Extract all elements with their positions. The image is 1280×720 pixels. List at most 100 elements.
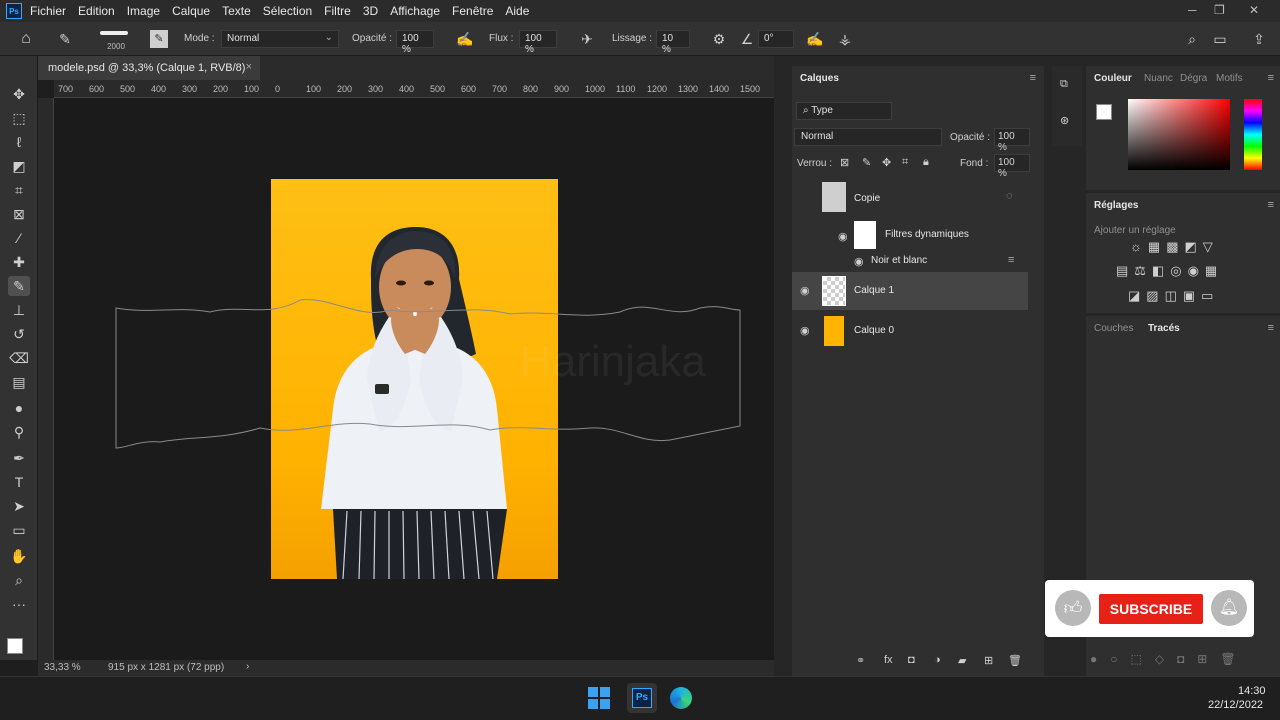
menu-affichage[interactable]: Affichage bbox=[390, 4, 440, 18]
tab-couleur[interactable]: Couleur bbox=[1094, 73, 1132, 84]
search-icon[interactable]: ⌕ bbox=[1183, 30, 1201, 48]
pressure-size-icon[interactable]: ✍ bbox=[806, 30, 824, 48]
new-layer-icon[interactable]: ⊞ bbox=[984, 654, 993, 667]
workspace-icon[interactable]: ▭ bbox=[1211, 30, 1229, 48]
delete-layer-icon[interactable]: 🗑︎ bbox=[1008, 654, 1022, 667]
add-mask-icon[interactable]: ◘ bbox=[908, 654, 915, 666]
filter-options-icon[interactable]: ≡ bbox=[1008, 254, 1014, 266]
foreground-color-swatch[interactable] bbox=[1096, 104, 1112, 120]
eyedropper-tool-icon[interactable]: ⁄ bbox=[8, 228, 30, 248]
layer-row-smart-filters[interactable]: ◉ Filtres dynamiques bbox=[792, 218, 1028, 256]
angle-field[interactable]: 0° bbox=[758, 30, 794, 48]
opacity-field[interactable]: 100 % bbox=[396, 30, 434, 55]
tab-degrades[interactable]: Dégra bbox=[1180, 73, 1207, 84]
zoom-level[interactable]: 33,33 % bbox=[44, 662, 81, 673]
properties-icon[interactable]: ⊛ bbox=[1060, 114, 1069, 127]
hue-slider[interactable] bbox=[1244, 99, 1262, 170]
menu-calque[interactable]: Calque bbox=[172, 4, 210, 18]
document-tab[interactable]: modele.psd @ 33,3% (Calque 1, RVB/8) × bbox=[38, 56, 260, 80]
layer-row-copie[interactable]: Copie ◌ bbox=[792, 178, 1028, 216]
like-icon[interactable]: 👍︎ bbox=[1055, 590, 1091, 626]
rectangle-tool-icon[interactable]: ▭ bbox=[8, 520, 30, 540]
type-tool-icon[interactable]: T bbox=[8, 472, 30, 492]
panel-menu-icon[interactable]: ≡ bbox=[1030, 72, 1036, 84]
brush-settings-icon[interactable]: ✎ bbox=[150, 30, 168, 48]
layer-opacity-field[interactable]: 100 % bbox=[994, 128, 1030, 153]
paths-footer-icons[interactable]: ●○⬚◇◘⊞🗑︎ bbox=[1090, 652, 1276, 666]
clock-date[interactable]: 22/12/2022 bbox=[1208, 699, 1263, 711]
panel-menu-icon[interactable]: ≡ bbox=[1268, 199, 1274, 211]
pen-tool-icon[interactable]: ✒ bbox=[8, 448, 30, 468]
subscribe-button[interactable]: SUBSCRIBE bbox=[1099, 594, 1203, 624]
stamp-tool-icon[interactable]: ⊥ bbox=[8, 300, 30, 320]
tab-traces[interactable]: Tracés bbox=[1148, 323, 1180, 334]
lock-pixels-icon[interactable]: ⊠ bbox=[840, 156, 849, 169]
restore-icon[interactable]: ❐ bbox=[1214, 3, 1225, 17]
link-layers-icon[interactable]: ⚭ bbox=[856, 654, 865, 667]
layer-row-calque-0[interactable]: ◉ Calque 0 bbox=[792, 312, 1028, 350]
lock-all-icon[interactable]: 🔒︎ bbox=[923, 156, 929, 169]
eye-icon[interactable]: ◉ bbox=[800, 284, 810, 297]
windows-start-icon[interactable] bbox=[588, 687, 610, 709]
menu-image[interactable]: Image bbox=[127, 4, 160, 18]
eye-icon[interactable]: ◉ bbox=[838, 230, 848, 243]
history-brush-tool-icon[interactable]: ↺ bbox=[8, 324, 30, 344]
zoom-tool-icon[interactable]: ⌕ bbox=[8, 570, 30, 590]
menu-edition[interactable]: Edition bbox=[78, 4, 115, 18]
eye-icon[interactable]: ◉ bbox=[854, 255, 864, 268]
share-icon[interactable]: ⇪ bbox=[1250, 30, 1268, 48]
close-icon[interactable]: ✕ bbox=[1249, 3, 1259, 17]
eraser-tool-icon[interactable]: ⌫ bbox=[8, 348, 30, 368]
lock-move-icon[interactable]: ✥ bbox=[882, 156, 891, 169]
brush-tool-icon[interactable]: ✎ bbox=[56, 30, 74, 48]
blur-tool-icon[interactable]: ● bbox=[8, 398, 30, 418]
menu-aide[interactable]: Aide bbox=[505, 4, 529, 18]
close-tab-icon[interactable]: × bbox=[246, 61, 252, 73]
gear-icon[interactable]: ⚙ bbox=[710, 30, 728, 48]
object-select-tool-icon[interactable]: ◩ bbox=[8, 156, 30, 176]
healing-tool-icon[interactable]: ✚ bbox=[8, 252, 30, 272]
panel-menu-icon[interactable]: ≡ bbox=[1268, 322, 1274, 334]
tab-nuancier[interactable]: Nuanc bbox=[1144, 73, 1173, 84]
brush-preset-picker[interactable]: 2000 bbox=[100, 28, 132, 54]
menu-3d[interactable]: 3D bbox=[363, 4, 378, 18]
symmetry-icon[interactable]: ⚶ bbox=[836, 30, 854, 48]
panel-menu-icon[interactable]: ≡ bbox=[1268, 72, 1274, 84]
flux-field[interactable]: 100 % bbox=[519, 30, 557, 55]
minimize-icon[interactable]: ─ bbox=[1188, 3, 1197, 17]
crop-tool-icon[interactable]: ⌗ bbox=[8, 180, 30, 200]
menu-selection[interactable]: Sélection bbox=[263, 4, 312, 18]
layer-row-calque-1[interactable]: ◉ Calque 1 bbox=[792, 272, 1028, 310]
home-icon[interactable]: ⌂ bbox=[17, 30, 35, 48]
clock-time[interactable]: 14:30 bbox=[1238, 685, 1266, 697]
path-select-tool-icon[interactable]: ➤ bbox=[8, 496, 30, 516]
eye-icon[interactable]: ◉ bbox=[800, 324, 810, 337]
layer-filter-select[interactable]: ⌕ Type bbox=[796, 102, 892, 120]
marquee-tool-icon[interactable]: ⬚ bbox=[8, 108, 30, 128]
layer-blend-mode-select[interactable]: Normal bbox=[794, 128, 942, 146]
color-field[interactable] bbox=[1128, 99, 1230, 170]
smoothing-field[interactable]: 10 % bbox=[656, 30, 690, 55]
more-tools-icon[interactable]: ··· bbox=[8, 594, 30, 614]
adjustment-icons-row-3[interactable]: ◪▨◫▣▭ bbox=[1128, 288, 1278, 304]
tab-motifs[interactable]: Motifs bbox=[1216, 73, 1243, 84]
lasso-tool-icon[interactable]: ℓ bbox=[8, 132, 30, 152]
fill-field[interactable]: 100 % bbox=[994, 154, 1030, 179]
pressure-opacity-icon[interactable]: ✍ bbox=[456, 30, 474, 48]
fx-icon[interactable]: fx bbox=[884, 654, 893, 666]
menu-texte[interactable]: Texte bbox=[222, 4, 251, 18]
adjustment-layer-icon[interactable]: ◑ bbox=[934, 654, 941, 666]
mode-select[interactable]: Normal ⌄ bbox=[221, 30, 339, 48]
tab-couches[interactable]: Couches bbox=[1094, 323, 1133, 334]
edge-browser-icon[interactable] bbox=[670, 687, 692, 709]
hand-tool-icon[interactable]: ✋ bbox=[8, 546, 30, 566]
lock-brush-icon[interactable]: ✎ bbox=[862, 156, 871, 169]
bell-icon[interactable]: 🔔︎ bbox=[1211, 590, 1247, 626]
move-tool-icon[interactable]: ✥ bbox=[8, 84, 30, 104]
chevron-right-icon[interactable]: › bbox=[246, 661, 249, 672]
group-icon[interactable]: ▰ bbox=[958, 654, 966, 667]
brush-tool-icon[interactable]: ✎ bbox=[8, 276, 30, 296]
history-icon[interactable]: ⧉ bbox=[1060, 78, 1068, 91]
frame-tool-icon[interactable]: ⊠ bbox=[8, 204, 30, 224]
adjustment-icons-row-2[interactable]: ▤⚖◧◎◉▦ bbox=[1116, 263, 1276, 279]
